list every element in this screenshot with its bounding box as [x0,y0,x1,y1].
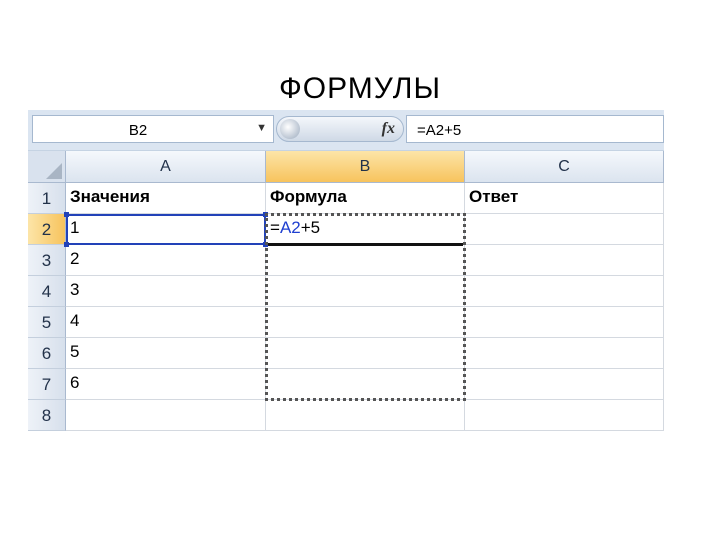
cell-c7[interactable] [465,369,664,400]
row-header-3[interactable]: 3 [28,245,66,276]
row-header-2[interactable]: 2 [28,214,66,245]
cell-c1[interactable]: Ответ [465,183,664,214]
active-cell-border [268,243,463,246]
cell-c4[interactable] [465,276,664,307]
resize-handle-icon[interactable] [280,119,300,139]
column-header-b[interactable]: B [266,151,465,183]
cell-c2[interactable] [465,214,664,245]
copy-marquee [265,213,466,401]
cell-a1[interactable]: Значения [66,183,266,214]
formula-input[interactable]: =A2+5 [406,115,664,143]
row-header-7[interactable]: 7 [28,369,66,400]
column-header-c[interactable]: C [465,151,664,183]
name-box[interactable]: B2 ▼ [32,115,274,143]
select-all-icon [46,163,62,179]
insert-function-icon[interactable]: fx [382,120,395,138]
chevron-down-icon[interactable]: ▼ [256,122,267,134]
formula-bar: B2 ▼ fx =A2+5 [28,110,664,151]
spreadsheet-screenshot: B2 ▼ fx =A2+5 A B C 1 Значения Формула О… [28,110,664,435]
cell-c3[interactable] [465,245,664,276]
cell-a6[interactable]: 5 [66,338,266,369]
cell-a7[interactable]: 6 [66,369,266,400]
formula-bar-controls: fx [276,116,404,142]
row-header-6[interactable]: 6 [28,338,66,369]
name-box-value: B2 [128,122,148,139]
reference-handle[interactable] [64,242,69,247]
cell-c6[interactable] [465,338,664,369]
reference-handle[interactable] [64,212,69,217]
row-header-4[interactable]: 4 [28,276,66,307]
cell-a5[interactable]: 4 [66,307,266,338]
row-header-8[interactable]: 8 [28,400,66,431]
column-header-row: A B C [28,151,664,183]
select-all-button[interactable] [28,151,66,183]
cell-b8[interactable] [266,400,465,431]
cell-a8[interactable] [66,400,266,431]
formula-reference-highlight [66,214,266,245]
cell-a4[interactable]: 3 [66,276,266,307]
column-header-a[interactable]: A [66,151,266,183]
slide-title: ФОРМУЛЫ [278,72,442,105]
row-header-5[interactable]: 5 [28,307,66,338]
cell-c5[interactable] [465,307,664,338]
cell-c8[interactable] [465,400,664,431]
row-header-1[interactable]: 1 [28,183,66,214]
cell-a3[interactable]: 2 [66,245,266,276]
cell-b1[interactable]: Формула [266,183,465,214]
